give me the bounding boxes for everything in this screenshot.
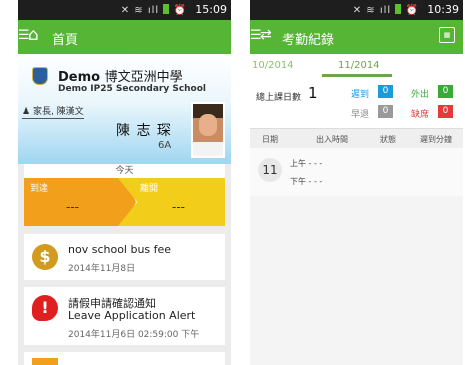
- month-selector: 10/2014 11/2014: [250, 54, 463, 78]
- swap-arrows-icon: ⇄: [260, 27, 272, 43]
- school-crest-icon: [32, 67, 48, 85]
- late-count: 0: [378, 85, 393, 98]
- home-icon: ⌂: [28, 25, 39, 45]
- attendance-row[interactable]: 11 上午 - - - 下午 - - -: [250, 148, 463, 196]
- student-avatar[interactable]: [191, 102, 225, 158]
- total-days-label: 總上課日數: [256, 93, 302, 103]
- student-class: 6A: [158, 140, 172, 151]
- out-label: 外出: [411, 90, 430, 100]
- today-attendance-card: 今天 到達 --- 離開 ---: [24, 164, 225, 226]
- absent-label: 缺席: [411, 110, 430, 120]
- early-leave-count: 0: [378, 105, 393, 118]
- notice-item[interactable]: $ nov school bus fee 2014年11月8日: [24, 234, 225, 280]
- status-time: 15:09: [195, 3, 227, 16]
- current-month-tab[interactable]: 11/2014: [338, 60, 380, 71]
- student-name: 陳 志 琛: [116, 123, 172, 139]
- status-bar: ✕ ≋ ıll ⏰ 10:39: [250, 0, 463, 20]
- school-subtitle: Demo IP25 Secondary School: [58, 84, 207, 94]
- notice-title: nov school bus fee: [68, 243, 172, 256]
- notice-date: 2014年11月6日 02:59:00 下午: [68, 330, 200, 340]
- notice-date: 2014年11月8日: [68, 264, 136, 274]
- calendar-icon[interactable]: ▦: [439, 27, 455, 43]
- parent-selector[interactable]: ♟ 家長, 陳漢文: [22, 104, 84, 119]
- out-count: 0: [438, 85, 453, 98]
- row-day: 11: [258, 158, 282, 182]
- app-bar: ☰ ⌂ 首頁: [18, 20, 231, 54]
- early-leave-label: 早退: [351, 110, 370, 120]
- attendance-summary: 總上課日數 1 遲到 0 外出 0 早退 0 缺席 0: [250, 78, 463, 128]
- attendance-screen: ✕ ≋ ıll ⏰ 10:39 ☰ ⇄ 考勤紀錄 ▦ 10/2014 11/20…: [250, 0, 463, 365]
- page-title: 首頁: [52, 33, 79, 48]
- notice-item[interactable]: ! 請假申請確認通知 Leave Application Alert 2014年…: [24, 287, 225, 345]
- page-title: 考勤紀錄: [282, 33, 335, 48]
- col-date: 日期: [262, 135, 278, 144]
- home-screen: ✕ ≋ ıll ⏰ 15:09 ☰ ⌂ 首頁 Demo 博文亞洲中學 Demo …: [18, 0, 231, 365]
- alert-speech-icon: !: [32, 295, 58, 321]
- status-bar: ✕ ≋ ıll ⏰ 15:09: [18, 0, 231, 20]
- school-name: Demo 博文亞洲中學: [58, 70, 183, 85]
- current-month-indicator: [322, 74, 392, 77]
- app-bar: ☰ ⇄ 考勤紀錄 ▦: [250, 20, 463, 54]
- student-banner: Demo 博文亞洲中學 Demo IP25 Secondary School ♟…: [18, 54, 231, 164]
- prev-month-tab[interactable]: 10/2014: [252, 60, 294, 71]
- leave-value: ---: [172, 200, 185, 214]
- attendance-table-header: 日期 出入時間 狀態 遲到分鐘: [250, 128, 463, 150]
- total-days-value: 1: [308, 84, 318, 102]
- row-am: 上午 - - -: [290, 159, 323, 168]
- dollar-icon: $: [32, 244, 58, 270]
- notice-subtitle: Leave Application Alert: [68, 309, 196, 322]
- late-label: 遲到: [351, 90, 370, 100]
- notice-item-partial[interactable]: [24, 352, 225, 365]
- col-status: 狀態: [380, 135, 396, 144]
- person-icon: ♟: [22, 107, 31, 117]
- arrive-panel: 到達 ---: [24, 178, 136, 226]
- status-time: 10:39: [427, 3, 459, 16]
- col-late-minutes: 遲到分鐘: [420, 135, 452, 144]
- today-label: 今天: [24, 164, 225, 179]
- arrive-value: ---: [66, 200, 79, 214]
- status-icons: ✕ ≋ ıll ⏰: [352, 4, 419, 16]
- row-pm: 下午 - - -: [290, 177, 323, 186]
- absent-count: 0: [438, 105, 453, 118]
- arrive-label: 到達: [30, 184, 49, 194]
- status-icons: ✕ ≋ ıll ⏰: [120, 4, 187, 16]
- leave-label: 離開: [140, 184, 159, 194]
- col-time: 出入時間: [316, 135, 348, 144]
